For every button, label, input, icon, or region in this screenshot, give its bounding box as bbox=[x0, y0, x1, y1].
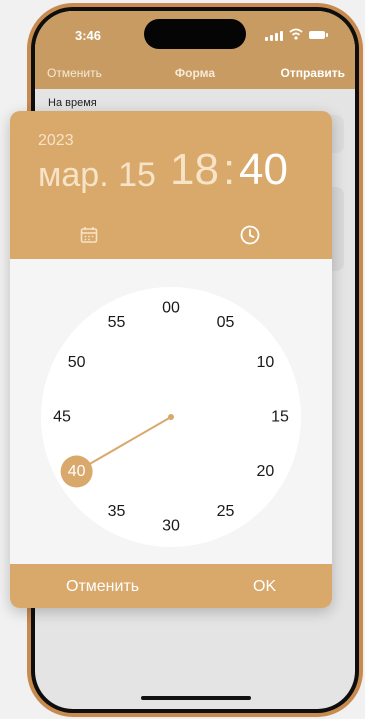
picker-date[interactable]: мар. 15 bbox=[38, 156, 156, 195]
picker-header: 2023 мар. 15 18 : 40 bbox=[10, 111, 332, 259]
signal-icon bbox=[265, 30, 285, 41]
dynamic-island bbox=[144, 19, 246, 49]
clock-label-45[interactable]: 45 bbox=[53, 409, 71, 426]
status-time: 3:46 bbox=[75, 28, 102, 43]
minute-clock-face[interactable]: 00 05 10 15 20 25 30 35 40 45 50 55 bbox=[41, 287, 301, 547]
date-time-picker-dialog: 2023 мар. 15 18 : 40 00 05 10 15 20 25 3… bbox=[10, 111, 332, 608]
app-header: 3:46 Отменить Форма Отправить bbox=[35, 11, 355, 89]
form-field-label: На время bbox=[48, 97, 97, 109]
picker-hour[interactable]: 18 bbox=[170, 145, 219, 195]
clock-center-dot bbox=[168, 414, 174, 420]
picker-ok-button[interactable]: OK bbox=[253, 578, 276, 596]
clock-label-25[interactable]: 25 bbox=[217, 503, 235, 520]
submit-button[interactable]: Отправить bbox=[281, 66, 345, 80]
picker-year[interactable]: 2023 bbox=[38, 132, 74, 150]
battery-icon bbox=[309, 31, 328, 39]
clock-label-20[interactable]: 20 bbox=[256, 463, 274, 480]
picker-cancel-button[interactable]: Отменить bbox=[66, 578, 139, 596]
clock-label-55[interactable]: 55 bbox=[108, 314, 126, 331]
clock-label-50[interactable]: 50 bbox=[68, 354, 86, 371]
clock-label-40[interactable]: 40 bbox=[68, 463, 86, 480]
clock-label-10[interactable]: 10 bbox=[256, 354, 274, 371]
clock-label-00[interactable]: 00 bbox=[162, 300, 180, 317]
clock-label-30[interactable]: 30 bbox=[162, 518, 180, 535]
wifi-icon bbox=[289, 28, 303, 40]
clock-icon bbox=[240, 225, 260, 245]
clock-label-15[interactable]: 15 bbox=[271, 409, 289, 426]
calendar-icon bbox=[80, 227, 98, 243]
picker-footer: Отменить OK bbox=[10, 564, 332, 608]
clock-label-05[interactable]: 05 bbox=[217, 314, 235, 331]
clock-label-35[interactable]: 35 bbox=[108, 503, 126, 520]
picker-minute[interactable]: 40 bbox=[239, 145, 288, 195]
tab-date[interactable] bbox=[72, 218, 106, 252]
picker-time-separator: : bbox=[223, 145, 236, 194]
home-indicator[interactable] bbox=[141, 696, 251, 700]
tab-time[interactable] bbox=[233, 218, 267, 252]
